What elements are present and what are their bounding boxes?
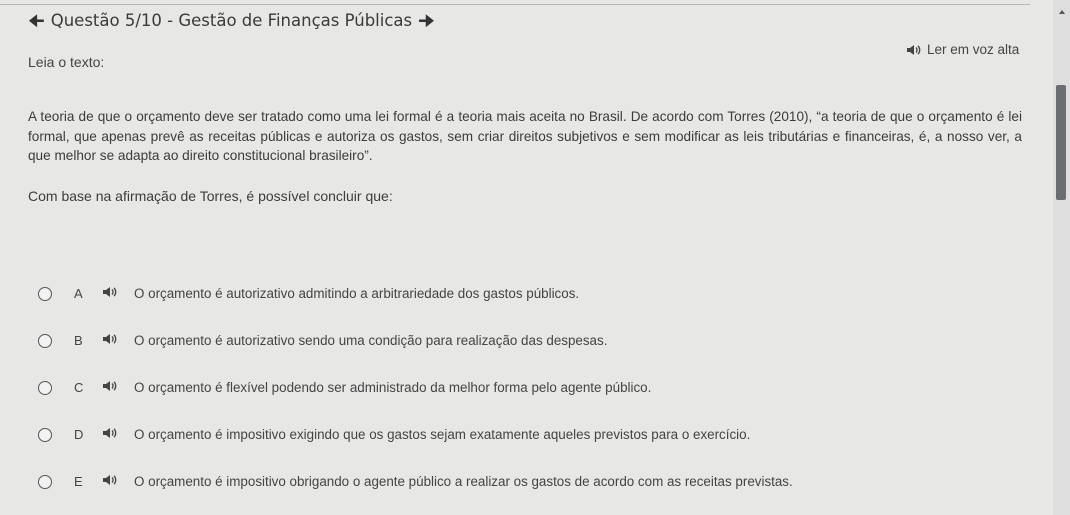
option-letter: B bbox=[74, 333, 83, 348]
option-text: O orçamento é autorizativo admitindo a a… bbox=[134, 286, 580, 301]
radio-button[interactable] bbox=[38, 474, 52, 489]
speaker-icon[interactable] bbox=[102, 333, 126, 348]
passage-text: A teoria de que o orçamento deve ser tra… bbox=[28, 109, 1022, 163]
radio-button[interactable] bbox=[38, 333, 52, 348]
arrow-left-icon[interactable]: 🠈 bbox=[28, 12, 45, 30]
speaker-icon[interactable] bbox=[102, 380, 126, 395]
question-title: Questão 5/10 - Gestão de Finanças Públic… bbox=[50, 11, 413, 30]
radio-button[interactable] bbox=[38, 380, 52, 395]
radio-button[interactable] bbox=[38, 427, 52, 442]
option-e[interactable]: E O orçamento é impositivo obrigando o a… bbox=[28, 458, 1028, 505]
option-letter: C bbox=[74, 380, 84, 395]
top-divider bbox=[0, 4, 1030, 5]
speaker-icon bbox=[906, 44, 922, 56]
speaker-icon[interactable] bbox=[102, 474, 126, 489]
arrow-right-icon[interactable]: 🠊 bbox=[418, 12, 435, 30]
option-a[interactable]: A O orçamento é autorizativo admitindo a… bbox=[28, 270, 1028, 317]
option-letter: D bbox=[74, 427, 84, 442]
option-d[interactable]: D O orçamento é impositivo exigindo que … bbox=[28, 411, 1028, 458]
read-label: Leia o texto: bbox=[28, 54, 105, 70]
option-text: O orçamento é impositivo exigindo que os… bbox=[134, 427, 751, 442]
scrollbar-thumb[interactable] bbox=[1056, 85, 1066, 200]
answer-options: A O orçamento é autorizativo admitindo a… bbox=[28, 270, 1028, 505]
question-header: 🠈 Questão 5/10 - Gestão de Finanças Públ… bbox=[28, 11, 435, 30]
scroll-up-icon[interactable] bbox=[1059, 10, 1065, 14]
option-text: O orçamento é autorizativo sendo uma con… bbox=[134, 333, 608, 348]
radio-button[interactable] bbox=[38, 286, 52, 301]
vertical-scrollbar[interactable] bbox=[1053, 0, 1070, 515]
option-letter: E bbox=[74, 474, 83, 489]
option-text: O orçamento é impositivo obrigando o age… bbox=[134, 474, 793, 489]
read-aloud-label: Ler em voz alta bbox=[927, 42, 1020, 57]
option-text: O orçamento é flexível podendo ser admin… bbox=[134, 380, 652, 395]
read-aloud-button[interactable]: Ler em voz alta bbox=[906, 42, 1019, 57]
question-prompt: Com base na afirmação de Torres, é possí… bbox=[28, 188, 393, 204]
option-b[interactable]: B O orçamento é autorizativo sendo uma c… bbox=[28, 317, 1028, 364]
speaker-icon[interactable] bbox=[102, 427, 126, 442]
option-c[interactable]: C O orçamento é flexível podendo ser adm… bbox=[28, 364, 1028, 411]
option-letter: A bbox=[74, 286, 83, 301]
speaker-icon[interactable] bbox=[102, 286, 126, 301]
